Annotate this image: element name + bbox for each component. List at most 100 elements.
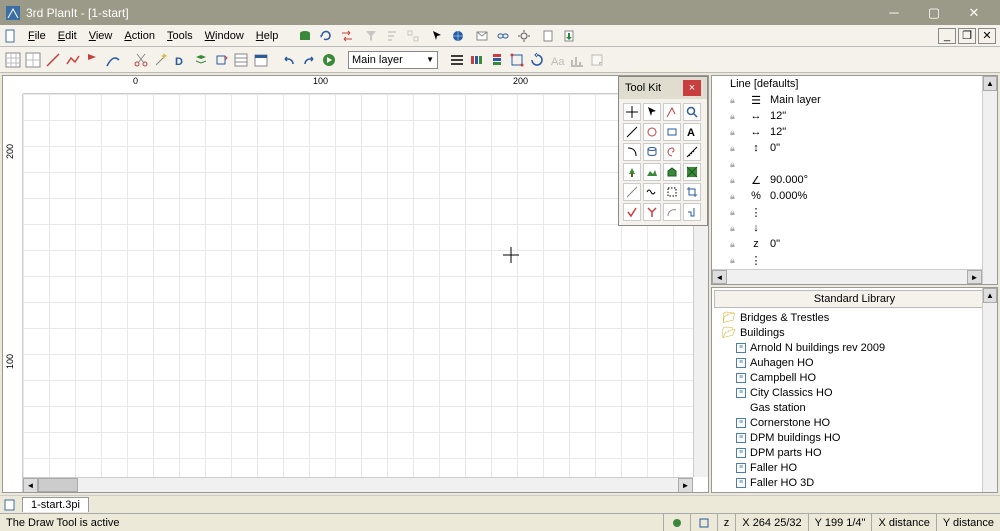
scroll-right-icon[interactable]: ► (678, 478, 693, 493)
library-item[interactable]: ≡DPM buildings HO (712, 430, 997, 445)
line-tool-icon[interactable] (44, 51, 62, 69)
prop-row[interactable]: 🔒︎↔12" (712, 108, 997, 124)
tool-line-icon[interactable] (623, 123, 641, 141)
tool-select-rect-icon[interactable] (663, 183, 681, 201)
chart-icon[interactable] (568, 51, 586, 69)
select-arrow-icon[interactable] (428, 27, 446, 45)
tool-draw-icon[interactable] (663, 103, 681, 121)
scroll-thumb[interactable] (38, 478, 78, 492)
tool-arc-icon[interactable] (663, 203, 681, 221)
undo-icon[interactable] (280, 51, 298, 69)
prop-row[interactable]: 🔒︎☰Main layer (712, 92, 997, 108)
dist-h-icon[interactable] (468, 51, 486, 69)
props-scrollbar-h[interactable]: ◄ ► (712, 269, 982, 284)
export-icon[interactable] (560, 27, 578, 45)
tool-wave-icon[interactable] (643, 183, 661, 201)
tool-connector-icon[interactable] (683, 203, 701, 221)
prop-row[interactable]: 🔒︎ (712, 156, 997, 172)
scroll-right-icon[interactable]: ► (967, 270, 982, 284)
toolkit-close-button[interactable]: × (683, 80, 701, 96)
sort-icon[interactable] (383, 27, 401, 45)
tool-spiral-icon[interactable] (663, 143, 681, 161)
refresh-icon[interactable] (317, 27, 335, 45)
menu-view[interactable]: View (83, 28, 119, 44)
tool-track-icon[interactable] (623, 143, 641, 161)
mdi-close-button[interactable]: ✕ (978, 28, 996, 44)
canvas-scrollbar-h[interactable]: ◄ ► (23, 477, 693, 492)
tool-text-icon[interactable]: A (683, 123, 701, 141)
filter-icon[interactable] (362, 27, 380, 45)
tool-cylinder-icon[interactable] (643, 143, 661, 161)
tool-pointer-icon[interactable] (643, 103, 661, 121)
library-item[interactable]: 📂︎Buildings (712, 325, 997, 340)
menu-tools[interactable]: Tools (161, 28, 199, 44)
scroll-up-icon[interactable]: ▲ (983, 288, 997, 303)
prop-row[interactable]: 🔒︎∠90.000° (712, 172, 997, 188)
tool-crop-icon[interactable] (683, 183, 701, 201)
flag-icon[interactable] (84, 51, 102, 69)
mdi-restore-button[interactable]: ❐ (958, 28, 976, 44)
prop-row[interactable]: 🔒︎z0" (712, 236, 997, 252)
library-item[interactable]: 📁︎Bridges & Trestles (712, 310, 997, 325)
redo-icon[interactable] (300, 51, 318, 69)
library-item[interactable]: ≡Arnold N buildings rev 2009 (712, 340, 997, 355)
menu-help[interactable]: Help (250, 28, 285, 44)
globe-icon[interactable] (449, 27, 467, 45)
curve-icon[interactable] (104, 51, 122, 69)
library-item[interactable]: ≡Auhagen HO (712, 355, 997, 370)
swap-icon[interactable] (338, 27, 356, 45)
prop-row[interactable]: 🔒︎%0.000% (712, 188, 997, 204)
minimize-button[interactable]: ─ (874, 2, 914, 24)
canvas-area[interactable]: 0 100 200 200 100 ◄ ► Tool Kit × (2, 75, 709, 493)
db-icon[interactable] (296, 27, 314, 45)
grid-icon[interactable] (4, 51, 22, 69)
tool-check-icon[interactable] (623, 203, 641, 221)
snap-icon[interactable] (508, 51, 526, 69)
toolkit-palette[interactable]: Tool Kit × A (618, 76, 708, 226)
tool-edge-icon[interactable] (623, 183, 641, 201)
mail-icon[interactable] (473, 27, 491, 45)
scroll-left-icon[interactable]: ◄ (23, 478, 38, 493)
scroll-left-icon[interactable]: ◄ (712, 270, 727, 284)
dist-v-icon[interactable] (488, 51, 506, 69)
cut-icon[interactable] (132, 51, 150, 69)
calendar-icon[interactable] (252, 51, 270, 69)
tool-measure-icon[interactable] (683, 143, 701, 161)
settings-icon[interactable] (515, 27, 533, 45)
status-snap-icon[interactable] (690, 514, 717, 531)
tool-pattern-icon[interactable] (683, 163, 701, 181)
text-a-icon[interactable]: Aa (548, 51, 566, 69)
link-icon[interactable] (494, 27, 512, 45)
tool-building-icon[interactable] (663, 163, 681, 181)
scroll-up-icon[interactable]: ▲ (983, 76, 997, 91)
library-item[interactable]: ≡Gloor-Craft HO (712, 490, 997, 493)
polyline-icon[interactable] (64, 51, 82, 69)
stack-icon[interactable] (192, 51, 210, 69)
grid2-icon[interactable] (24, 51, 42, 69)
play-icon[interactable] (320, 51, 338, 69)
toolkit-titlebar[interactable]: Tool Kit × (619, 77, 707, 99)
prop-row[interactable]: 🔒︎⋮ (712, 252, 997, 268)
library-item[interactable]: ≡DPM parts HO (712, 445, 997, 460)
drawing-grid[interactable] (23, 94, 708, 477)
tool-tree-icon[interactable] (623, 163, 641, 181)
library-item[interactable]: ≡Faller HO 3D (712, 475, 997, 490)
menu-window[interactable]: Window (199, 28, 250, 44)
text-icon[interactable]: D (172, 51, 190, 69)
prop-row[interactable]: 🔒︎↕0" (712, 140, 997, 156)
menu-action[interactable]: Action (118, 28, 161, 44)
library-item[interactable]: Gas station (712, 400, 997, 415)
note-icon[interactable] (588, 51, 606, 69)
mdi-minimize-button[interactable]: _ (938, 28, 956, 44)
tool-circle-icon[interactable] (643, 123, 661, 141)
rotate-icon[interactable] (528, 51, 546, 69)
tool-terrain-icon[interactable] (643, 163, 661, 181)
document-tab[interactable]: 1-start.3pi (22, 497, 89, 512)
prop-row[interactable]: 🔒︎↔12" (712, 124, 997, 140)
library-scrollbar-v[interactable]: ▲ (982, 288, 997, 492)
maximize-button[interactable]: ▢ (914, 2, 954, 24)
arrow-cycle-icon[interactable] (212, 51, 230, 69)
table-icon[interactable] (232, 51, 250, 69)
align-icon[interactable] (448, 51, 466, 69)
tool-zoom-icon[interactable] (683, 103, 701, 121)
